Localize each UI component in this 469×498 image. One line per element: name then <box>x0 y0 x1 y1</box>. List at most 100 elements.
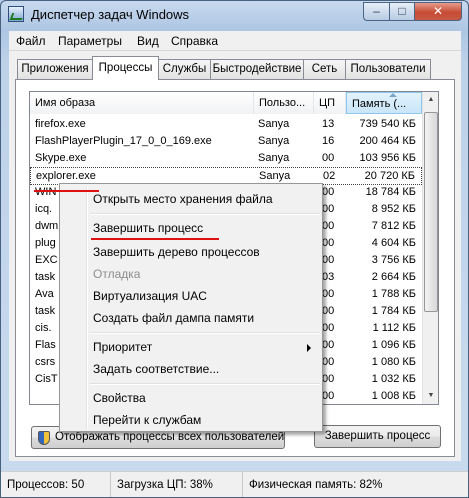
cell-cpu: 00 <box>322 237 335 249</box>
submenu-arrow-icon <box>307 344 311 352</box>
cell-memory: 1 096 КБ <box>371 339 416 351</box>
maximize-button[interactable]: □ <box>389 2 415 21</box>
status-bar: Процессов: 50 Загрузка ЦП: 38% Физическа… <box>1 471 468 497</box>
menu-options[interactable]: Параметры <box>58 34 122 48</box>
close-button[interactable]: ✕ <box>414 2 462 21</box>
cell-image-name: Skype.exe <box>35 152 87 164</box>
cell-image-name: FlashPlayerPlugin_17_0_0_169.exe <box>35 135 212 147</box>
end-process-button[interactable]: Завершить процесс <box>314 425 441 448</box>
menu-end-process-tree[interactable]: Завершить дерево процессов <box>93 245 260 259</box>
table-row[interactable]: FlashPlayerPlugin_17_0_0_169.exe Sanya 16 2… <box>30 133 422 151</box>
tab-processes[interactable]: Процессы <box>92 56 159 80</box>
cell-memory: 20 720 КБ <box>364 170 415 182</box>
task-manager-icon <box>8 6 24 22</box>
cell-image-name: EXC <box>35 254 58 266</box>
cell-cpu: 00 <box>322 186 335 198</box>
column-cpu[interactable]: ЦП <box>314 92 346 114</box>
cell-image-name: task <box>35 305 56 317</box>
cell-memory: 7 812 КБ <box>371 220 416 232</box>
sort-arrow-icon <box>389 93 397 97</box>
cell-memory: 1 032 КБ <box>371 373 416 385</box>
menu-separator <box>90 332 320 334</box>
cell-image-name: icq. <box>35 203 53 215</box>
menu-bar: Файл Параметры Вид Справка <box>9 31 461 51</box>
cell-image-name: CisT <box>35 373 58 385</box>
minimize-button[interactable]: – <box>363 2 390 21</box>
cell-image-name: cis. <box>35 322 52 334</box>
menu-create-dump[interactable]: Создать файл дампа памяти <box>93 311 254 325</box>
cell-cpu: 00 <box>322 203 335 215</box>
menu-properties[interactable]: Свойства <box>93 391 146 405</box>
column-user[interactable]: Пользо... <box>254 92 314 114</box>
column-memory-label: Память (... <box>352 98 407 110</box>
cell-memory: 1 008 КБ <box>371 390 416 402</box>
menu-separator <box>90 213 320 215</box>
scroll-thumb[interactable] <box>424 112 438 312</box>
menu-view[interactable]: Вид <box>137 34 159 48</box>
cell-memory: 1 112 КБ <box>372 322 416 334</box>
cell-memory: 1 080 КБ <box>371 356 416 368</box>
menu-debug: Отладка <box>93 267 141 281</box>
cell-image-name: csrs <box>35 356 56 368</box>
cell-user: Sanya <box>259 170 291 182</box>
cell-user: Sanya <box>258 118 290 130</box>
title-bar[interactable]: Диспетчер задач Windows – □ ✕ <box>1 1 468 27</box>
menu-uac-virtualization[interactable]: Виртуализация UAC <box>93 289 207 303</box>
window-title: Диспетчер задач Windows <box>31 7 190 22</box>
context-menu: Открыть место хранения файла Завершить п… <box>59 183 323 432</box>
scroll-up-icon[interactable]: ▲ <box>423 92 438 108</box>
tab-performance[interactable]: Быстродействие <box>210 59 304 79</box>
cell-user: Sanya <box>258 152 290 164</box>
cell-memory: 3 756 КБ <box>371 254 416 266</box>
cell-cpu: 13 <box>322 118 335 130</box>
cell-memory: 200 464 КБ <box>359 135 416 147</box>
scroll-down-icon[interactable]: ▼ <box>423 388 438 404</box>
column-image-name[interactable]: Имя образа <box>30 92 254 114</box>
menu-open-file-location[interactable]: Открыть место хранения файла <box>93 192 273 206</box>
cell-cpu: 03 <box>322 271 335 283</box>
cell-user: Sanya <box>258 135 290 147</box>
shield-icon <box>38 431 50 445</box>
menu-go-to-services[interactable]: Перейти к службам <box>93 413 201 427</box>
status-cpu: Загрузка ЦП: 38% <box>111 472 243 497</box>
cell-cpu: 00 <box>322 288 335 300</box>
cell-cpu: 00 <box>322 254 335 266</box>
cell-cpu: 00 <box>322 220 335 232</box>
tab-network[interactable]: Сеть <box>303 59 346 79</box>
cell-image-name: dwm <box>35 220 59 232</box>
annotation-underline-end-process <box>91 238 219 240</box>
cell-image-name: Ava <box>35 288 54 300</box>
cell-image-name: firefox.exe <box>35 118 86 130</box>
cell-cpu: 00 <box>322 373 335 385</box>
tab-services[interactable]: Службы <box>158 59 211 79</box>
cell-cpu: 16 <box>322 135 335 147</box>
tab-applications[interactable]: Приложения <box>17 59 93 79</box>
cell-memory: 4 604 КБ <box>371 237 416 249</box>
vertical-scrollbar[interactable]: ▲ ▼ <box>422 92 438 404</box>
cell-memory: 18 784 КБ <box>365 186 416 198</box>
column-memory[interactable]: Память (... <box>346 92 422 114</box>
cell-memory: 2 664 КБ <box>371 271 416 283</box>
cell-cpu: 00 <box>322 152 335 164</box>
menu-help[interactable]: Справка <box>171 34 218 48</box>
cell-cpu: 00 <box>322 356 335 368</box>
menu-separator <box>90 383 320 385</box>
menu-set-affinity[interactable]: Задать соответствие... <box>93 362 219 376</box>
cell-cpu: 00 <box>322 339 335 351</box>
tab-users[interactable]: Пользователи <box>345 59 431 79</box>
cell-image-name: explorer.exe <box>36 170 96 182</box>
menu-end-process[interactable]: Завершить процесс <box>93 221 203 235</box>
status-processes: Процессов: 50 <box>1 472 111 497</box>
cell-image-name: WIN <box>35 186 57 198</box>
cell-cpu: 02 <box>323 170 336 182</box>
cell-cpu: 00 <box>322 390 335 402</box>
annotation-underline-explorer <box>34 190 99 192</box>
menu-file[interactable]: Файл <box>16 34 46 48</box>
table-row[interactable]: Skype.exe Sanya 00 103 956 КБ <box>30 150 422 168</box>
cell-image-name: task <box>35 271 56 283</box>
cell-image-name: plug <box>35 237 56 249</box>
menu-priority[interactable]: Приоритет <box>93 340 152 354</box>
cell-image-name: Flas <box>35 339 56 351</box>
task-manager-window: Диспетчер задач Windows – □ ✕ Файл Парам… <box>0 0 469 498</box>
table-row[interactable]: firefox.exe Sanya 13 739 540 КБ <box>30 116 422 134</box>
